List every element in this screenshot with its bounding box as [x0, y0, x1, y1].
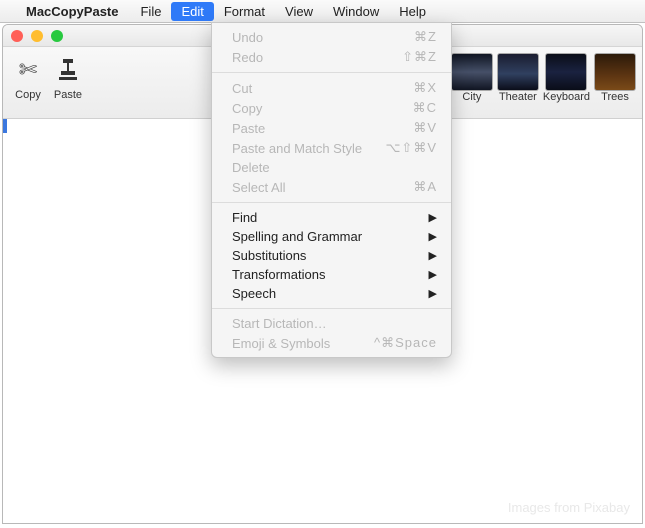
- menubar-item-help[interactable]: Help: [389, 2, 436, 21]
- menu-item-undo: Undo ⌘Z: [212, 27, 451, 47]
- copy-tool[interactable]: ✄ Copy: [11, 53, 45, 101]
- menu-item-label: Emoji & Symbols: [232, 336, 330, 351]
- thumb-label: City: [462, 91, 481, 103]
- menu-item-label: Substitutions: [232, 248, 306, 263]
- menubar-item-edit[interactable]: Edit: [171, 2, 213, 21]
- menubar-item-view[interactable]: View: [275, 2, 323, 21]
- menu-item-copy: Copy ⌘C: [212, 98, 451, 118]
- window-close-button[interactable]: [11, 30, 23, 42]
- scissors-icon: ✄: [11, 53, 45, 87]
- menubar-item-window[interactable]: Window: [323, 2, 389, 21]
- menu-item-label: Redo: [232, 50, 263, 65]
- menu-item-label: Select All: [232, 180, 285, 195]
- menu-item-select-all: Select All ⌘A: [212, 177, 451, 197]
- menu-item-label: Delete: [232, 160, 270, 175]
- menu-item-label: Undo: [232, 30, 263, 45]
- menu-shortcut: ⌘Z: [414, 29, 437, 45]
- menu-shortcut: ⌥⇧⌘V: [385, 140, 437, 156]
- paste-tool[interactable]: Paste: [51, 53, 85, 101]
- window-minimize-button[interactable]: [31, 30, 43, 42]
- thumbnail-theater[interactable]: Theater: [497, 53, 539, 103]
- app-name[interactable]: MacCopyPaste: [26, 4, 118, 19]
- menu-separator: [212, 202, 451, 203]
- trees-thumb-icon: [594, 53, 636, 91]
- submenu-arrow-icon: ▶: [429, 249, 437, 262]
- thumb-label: Trees: [601, 91, 629, 103]
- menu-item-label: Cut: [232, 81, 252, 96]
- menu-separator: [212, 308, 451, 309]
- thumbnail-trees[interactable]: Trees: [594, 53, 636, 103]
- menu-item-emoji-symbols: Emoji & Symbols ^⌘Space: [212, 333, 451, 353]
- menubar: MacCopyPaste FileEditFormatViewWindowHel…: [0, 0, 645, 23]
- menu-item-spelling-and-grammar[interactable]: Spelling and Grammar ▶: [212, 227, 451, 246]
- paste-label: Paste: [54, 89, 82, 101]
- menu-item-label: Paste and Match Style: [232, 141, 362, 156]
- menu-item-substitutions[interactable]: Substitutions ▶: [212, 246, 451, 265]
- submenu-arrow-icon: ▶: [429, 211, 437, 224]
- thumbnail-keyboard[interactable]: Keyboard: [543, 53, 590, 103]
- menu-item-label: Transformations: [232, 267, 325, 282]
- menu-shortcut: ⇧⌘Z: [402, 49, 437, 65]
- menu-shortcut: ⌘X: [413, 80, 437, 96]
- menu-shortcut: ^⌘Space: [374, 335, 437, 351]
- menu-item-label: Spelling and Grammar: [232, 229, 362, 244]
- menu-item-redo: Redo ⇧⌘Z: [212, 47, 451, 67]
- menu-shortcut: ⌘A: [413, 179, 437, 195]
- menu-shortcut: ⌘V: [413, 120, 437, 136]
- submenu-arrow-icon: ▶: [429, 230, 437, 243]
- menu-item-label: Find: [232, 210, 257, 225]
- menu-item-start-dictation: Start Dictation…: [212, 314, 451, 333]
- menu-item-label: Speech: [232, 286, 276, 301]
- submenu-arrow-icon: ▶: [429, 287, 437, 300]
- menu-item-delete: Delete: [212, 158, 451, 177]
- menu-item-paste-and-match-style: Paste and Match Style ⌥⇧⌘V: [212, 138, 451, 158]
- submenu-arrow-icon: ▶: [429, 268, 437, 281]
- thumb-label: Theater: [499, 91, 537, 103]
- menu-item-cut: Cut ⌘X: [212, 78, 451, 98]
- menu-item-label: Start Dictation…: [232, 316, 327, 331]
- stamp-icon: [51, 53, 85, 87]
- menu-shortcut: ⌘C: [413, 100, 437, 116]
- city-thumb-icon: [451, 53, 493, 91]
- keyboard-thumb-icon: [545, 53, 587, 91]
- theater-thumb-icon: [497, 53, 539, 91]
- thumb-label: Keyboard: [543, 91, 590, 103]
- menu-item-find[interactable]: Find ▶: [212, 208, 451, 227]
- menubar-item-file[interactable]: File: [130, 2, 171, 21]
- thumbnail-city[interactable]: City: [451, 53, 493, 103]
- menu-item-label: Copy: [232, 101, 262, 116]
- thumbnail-group: City Theater Keyboard Trees: [447, 53, 636, 103]
- menu-item-speech[interactable]: Speech ▶: [212, 284, 451, 303]
- edit-menu-dropdown: Undo ⌘Z Redo ⇧⌘Z Cut ⌘X Copy ⌘C Paste ⌘V Paste and…: [211, 22, 452, 358]
- image-credit: Images from Pixabay: [508, 500, 630, 515]
- copy-label: Copy: [15, 89, 41, 101]
- menu-item-paste: Paste ⌘V: [212, 118, 451, 138]
- menubar-item-format[interactable]: Format: [214, 2, 275, 21]
- window-zoom-button[interactable]: [51, 30, 63, 42]
- menu-separator: [212, 72, 451, 73]
- menu-item-transformations[interactable]: Transformations ▶: [212, 265, 451, 284]
- menu-item-label: Paste: [232, 121, 265, 136]
